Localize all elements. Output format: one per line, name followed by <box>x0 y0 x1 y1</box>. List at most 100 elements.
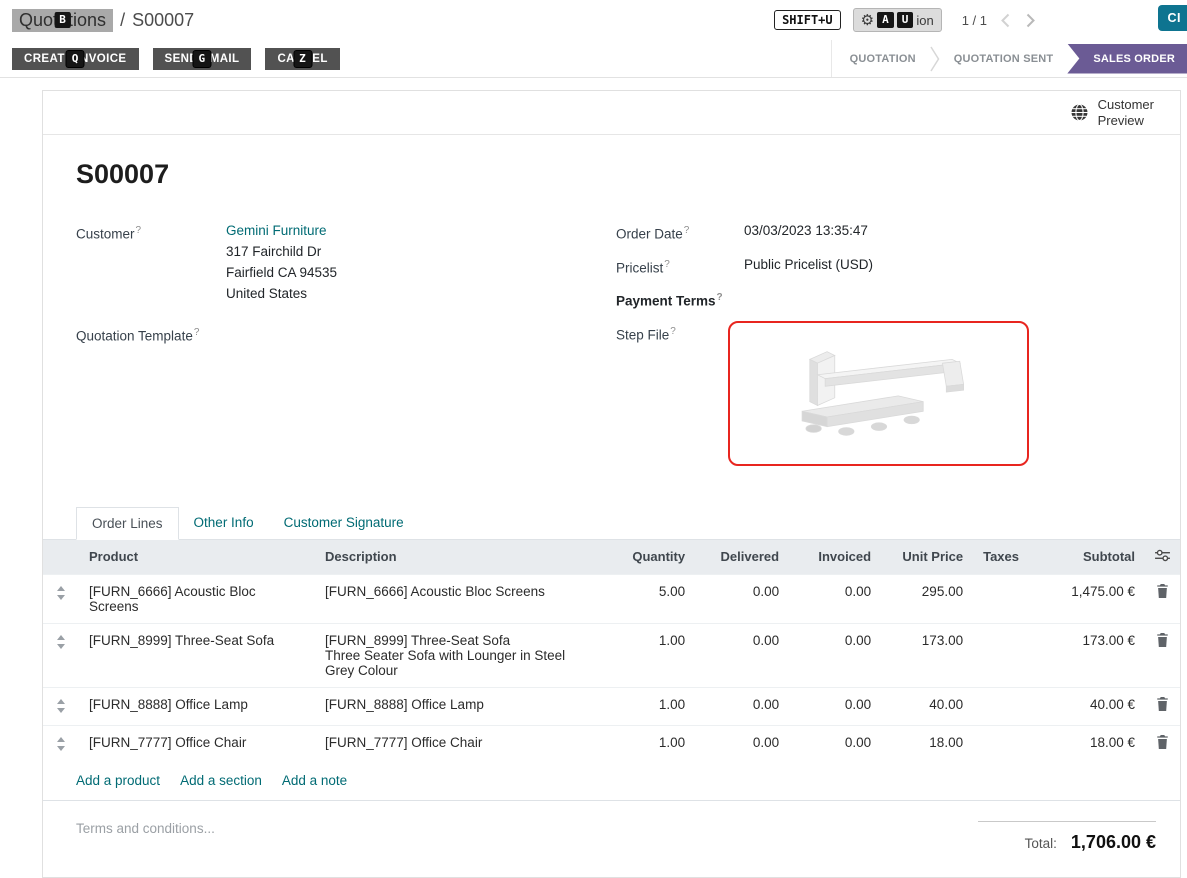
delete-line-icon[interactable] <box>1156 699 1169 714</box>
column-header-unit-price: Unit Price <box>881 540 973 575</box>
total-block: Total: 1,706.00 € <box>978 821 1156 853</box>
quotation-template-field[interactable]: Quotation Template? <box>76 322 616 347</box>
cell-description[interactable]: [FURN_8999] Three-Seat SofaThree Seater … <box>315 623 607 687</box>
drag-handle-icon[interactable] <box>56 633 66 652</box>
column-header-quantity: Quantity <box>607 540 695 575</box>
cell-delivered[interactable]: 0.00 <box>695 687 789 725</box>
quotation-template-label: Quotation Template? <box>76 322 226 347</box>
cell-taxes[interactable] <box>973 623 1029 687</box>
create-invoice-button[interactable]: CREATE INVOICE Q <box>12 48 139 70</box>
terms-and-conditions-input[interactable]: Terms and conditions... <box>76 821 215 836</box>
kbd-hint-q: Q <box>67 51 84 67</box>
cell-delivered[interactable]: 0.00 <box>695 623 789 687</box>
kbd-hint-shift-u: SHIFT+U <box>774 10 841 30</box>
send-email-button[interactable]: SEND EMAIL G <box>153 48 252 70</box>
customer-preview-label: Customer Preview <box>1098 97 1154 129</box>
order-date-value[interactable]: 03/03/2023 13:35:47 <box>744 220 868 245</box>
delete-line-icon[interactable] <box>1156 586 1169 601</box>
total-value: 1,706.00 € <box>1071 832 1156 853</box>
cell-taxes[interactable] <box>973 574 1029 623</box>
delete-line-icon[interactable] <box>1156 635 1169 650</box>
help-icon: ? <box>194 327 200 338</box>
add-product-link[interactable]: Add a product <box>76 773 160 788</box>
pager-next-icon[interactable] <box>1024 11 1037 30</box>
cell-invoiced[interactable]: 0.00 <box>789 623 881 687</box>
customer-field: Customer? Gemini Furniture 317 Fairchild… <box>76 220 616 304</box>
help-icon: ? <box>717 292 723 303</box>
handle-column-header <box>43 540 79 575</box>
kbd-hint-g: G <box>193 51 210 67</box>
cell-delivered[interactable]: 0.00 <box>695 574 789 623</box>
status-sales-order[interactable]: SALES ORDER <box>1067 44 1187 74</box>
customer-address-line: Fairfield CA 94535 <box>226 262 337 283</box>
kbd-hint-a: A <box>877 12 894 28</box>
pager-previous-icon[interactable] <box>999 11 1012 30</box>
customer-preview-link[interactable]: Customer Preview <box>1070 97 1154 129</box>
drag-handle-icon[interactable] <box>56 584 66 603</box>
control-panel: CREATE INVOICE Q SEND EMAIL G CANCEL Z Q… <box>0 40 1187 78</box>
cell-taxes[interactable] <box>973 687 1029 725</box>
breadcrumb-current: S00007 <box>132 10 194 31</box>
cancel-button[interactable]: CANCEL Z <box>265 48 339 70</box>
breadcrumb-quotations-link[interactable]: Quotations B <box>12 9 113 32</box>
cell-invoiced[interactable]: 0.00 <box>789 687 881 725</box>
cell-description[interactable]: [FURN_7777] Office Chair <box>315 725 607 763</box>
cell-unit-price[interactable]: 173.00 <box>881 623 973 687</box>
cell-invoiced[interactable]: 0.00 <box>789 725 881 763</box>
help-icon: ? <box>670 326 676 337</box>
cell-product[interactable]: [FURN_7777] Office Chair <box>79 725 315 763</box>
tab-customer-signature[interactable]: Customer Signature <box>269 507 419 540</box>
line-add-links: Add a product Add a section Add a note <box>43 763 1180 801</box>
customer-address-line: 317 Fairchild Dr <box>226 241 337 262</box>
tab-order-lines[interactable]: Order Lines <box>76 507 179 540</box>
step-file-image[interactable] <box>728 321 1029 466</box>
cell-delivered[interactable]: 0.00 <box>695 725 789 763</box>
cell-subtotal: 18.00 € <box>1029 725 1145 763</box>
delete-line-icon[interactable] <box>1156 737 1169 752</box>
status-quotation[interactable]: QUOTATION <box>836 44 930 74</box>
cell-invoiced[interactable]: 0.00 <box>789 574 881 623</box>
add-section-link[interactable]: Add a section <box>180 773 262 788</box>
cell-product[interactable]: [FURN_6666] Acoustic Bloc Screens <box>79 574 315 623</box>
add-note-link[interactable]: Add a note <box>282 773 347 788</box>
kbd-hint-z: Z <box>294 51 311 67</box>
cell-taxes[interactable] <box>973 725 1029 763</box>
form-sheet: Customer Preview S00007 Customer? Gemini… <box>42 90 1181 878</box>
cell-unit-price[interactable]: 295.00 <box>881 574 973 623</box>
drag-handle-icon[interactable] <box>56 735 66 754</box>
payment-terms-field[interactable]: Payment Terms? <box>616 287 1156 312</box>
tab-other-info[interactable]: Other Info <box>179 507 269 540</box>
cell-quantity[interactable]: 1.00 <box>607 623 695 687</box>
table-row: [FURN_6666] Acoustic Bloc Screens [FURN_… <box>43 574 1180 623</box>
sheet-body: S00007 Customer? Gemini Furniture 317 Fa… <box>43 135 1180 475</box>
drag-handle-icon[interactable] <box>56 697 66 716</box>
pricelist-field: Pricelist? Public Pricelist (USD) <box>616 254 1156 279</box>
cell-description[interactable]: [FURN_8888] Office Lamp <box>315 687 607 725</box>
cell-description[interactable]: [FURN_6666] Acoustic Bloc Screens <box>315 574 607 623</box>
field-group-right: Order Date? 03/03/2023 13:35:47 Pricelis… <box>616 220 1156 475</box>
cell-unit-price[interactable]: 40.00 <box>881 687 973 725</box>
pricelist-value[interactable]: Public Pricelist (USD) <box>744 254 873 279</box>
cell-subtotal: 173.00 € <box>1029 623 1145 687</box>
status-separator-icon <box>930 45 940 73</box>
column-header-delivered: Delivered <box>695 540 789 575</box>
column-header-description: Description <box>315 540 607 575</box>
column-header-subtotal: Subtotal <box>1029 540 1145 575</box>
customer-name-link[interactable]: Gemini Furniture <box>226 223 327 238</box>
cell-quantity[interactable]: 5.00 <box>607 574 695 623</box>
statusbar: QUOTATION QUOTATION SENT SALES ORDER <box>831 40 1187 77</box>
table-row: [FURN_8888] Office Lamp [FURN_8888] Offi… <box>43 687 1180 725</box>
cell-quantity[interactable]: 1.00 <box>607 687 695 725</box>
cell-quantity[interactable]: 1.00 <box>607 725 695 763</box>
cell-subtotal: 40.00 € <box>1029 687 1145 725</box>
gear-icon: ⚙ <box>861 11 874 29</box>
optional-columns-icon[interactable] <box>1155 549 1170 565</box>
cell-product[interactable]: [FURN_8888] Office Lamp <box>79 687 315 725</box>
cell-unit-price[interactable]: 18.00 <box>881 725 973 763</box>
cell-product[interactable]: [FURN_8999] Three-Seat Sofa <box>79 623 315 687</box>
status-quotation-sent[interactable]: QUOTATION SENT <box>940 44 1068 74</box>
kbd-hint-ci[interactable]: CI <box>1158 5 1187 31</box>
topbar-controls: SHIFT+U ⚙ A U ion 1 / 1 <box>774 8 1037 32</box>
action-menu-button[interactable]: ⚙ A U ion <box>853 8 942 32</box>
order-date-label: Order Date? <box>616 220 744 245</box>
